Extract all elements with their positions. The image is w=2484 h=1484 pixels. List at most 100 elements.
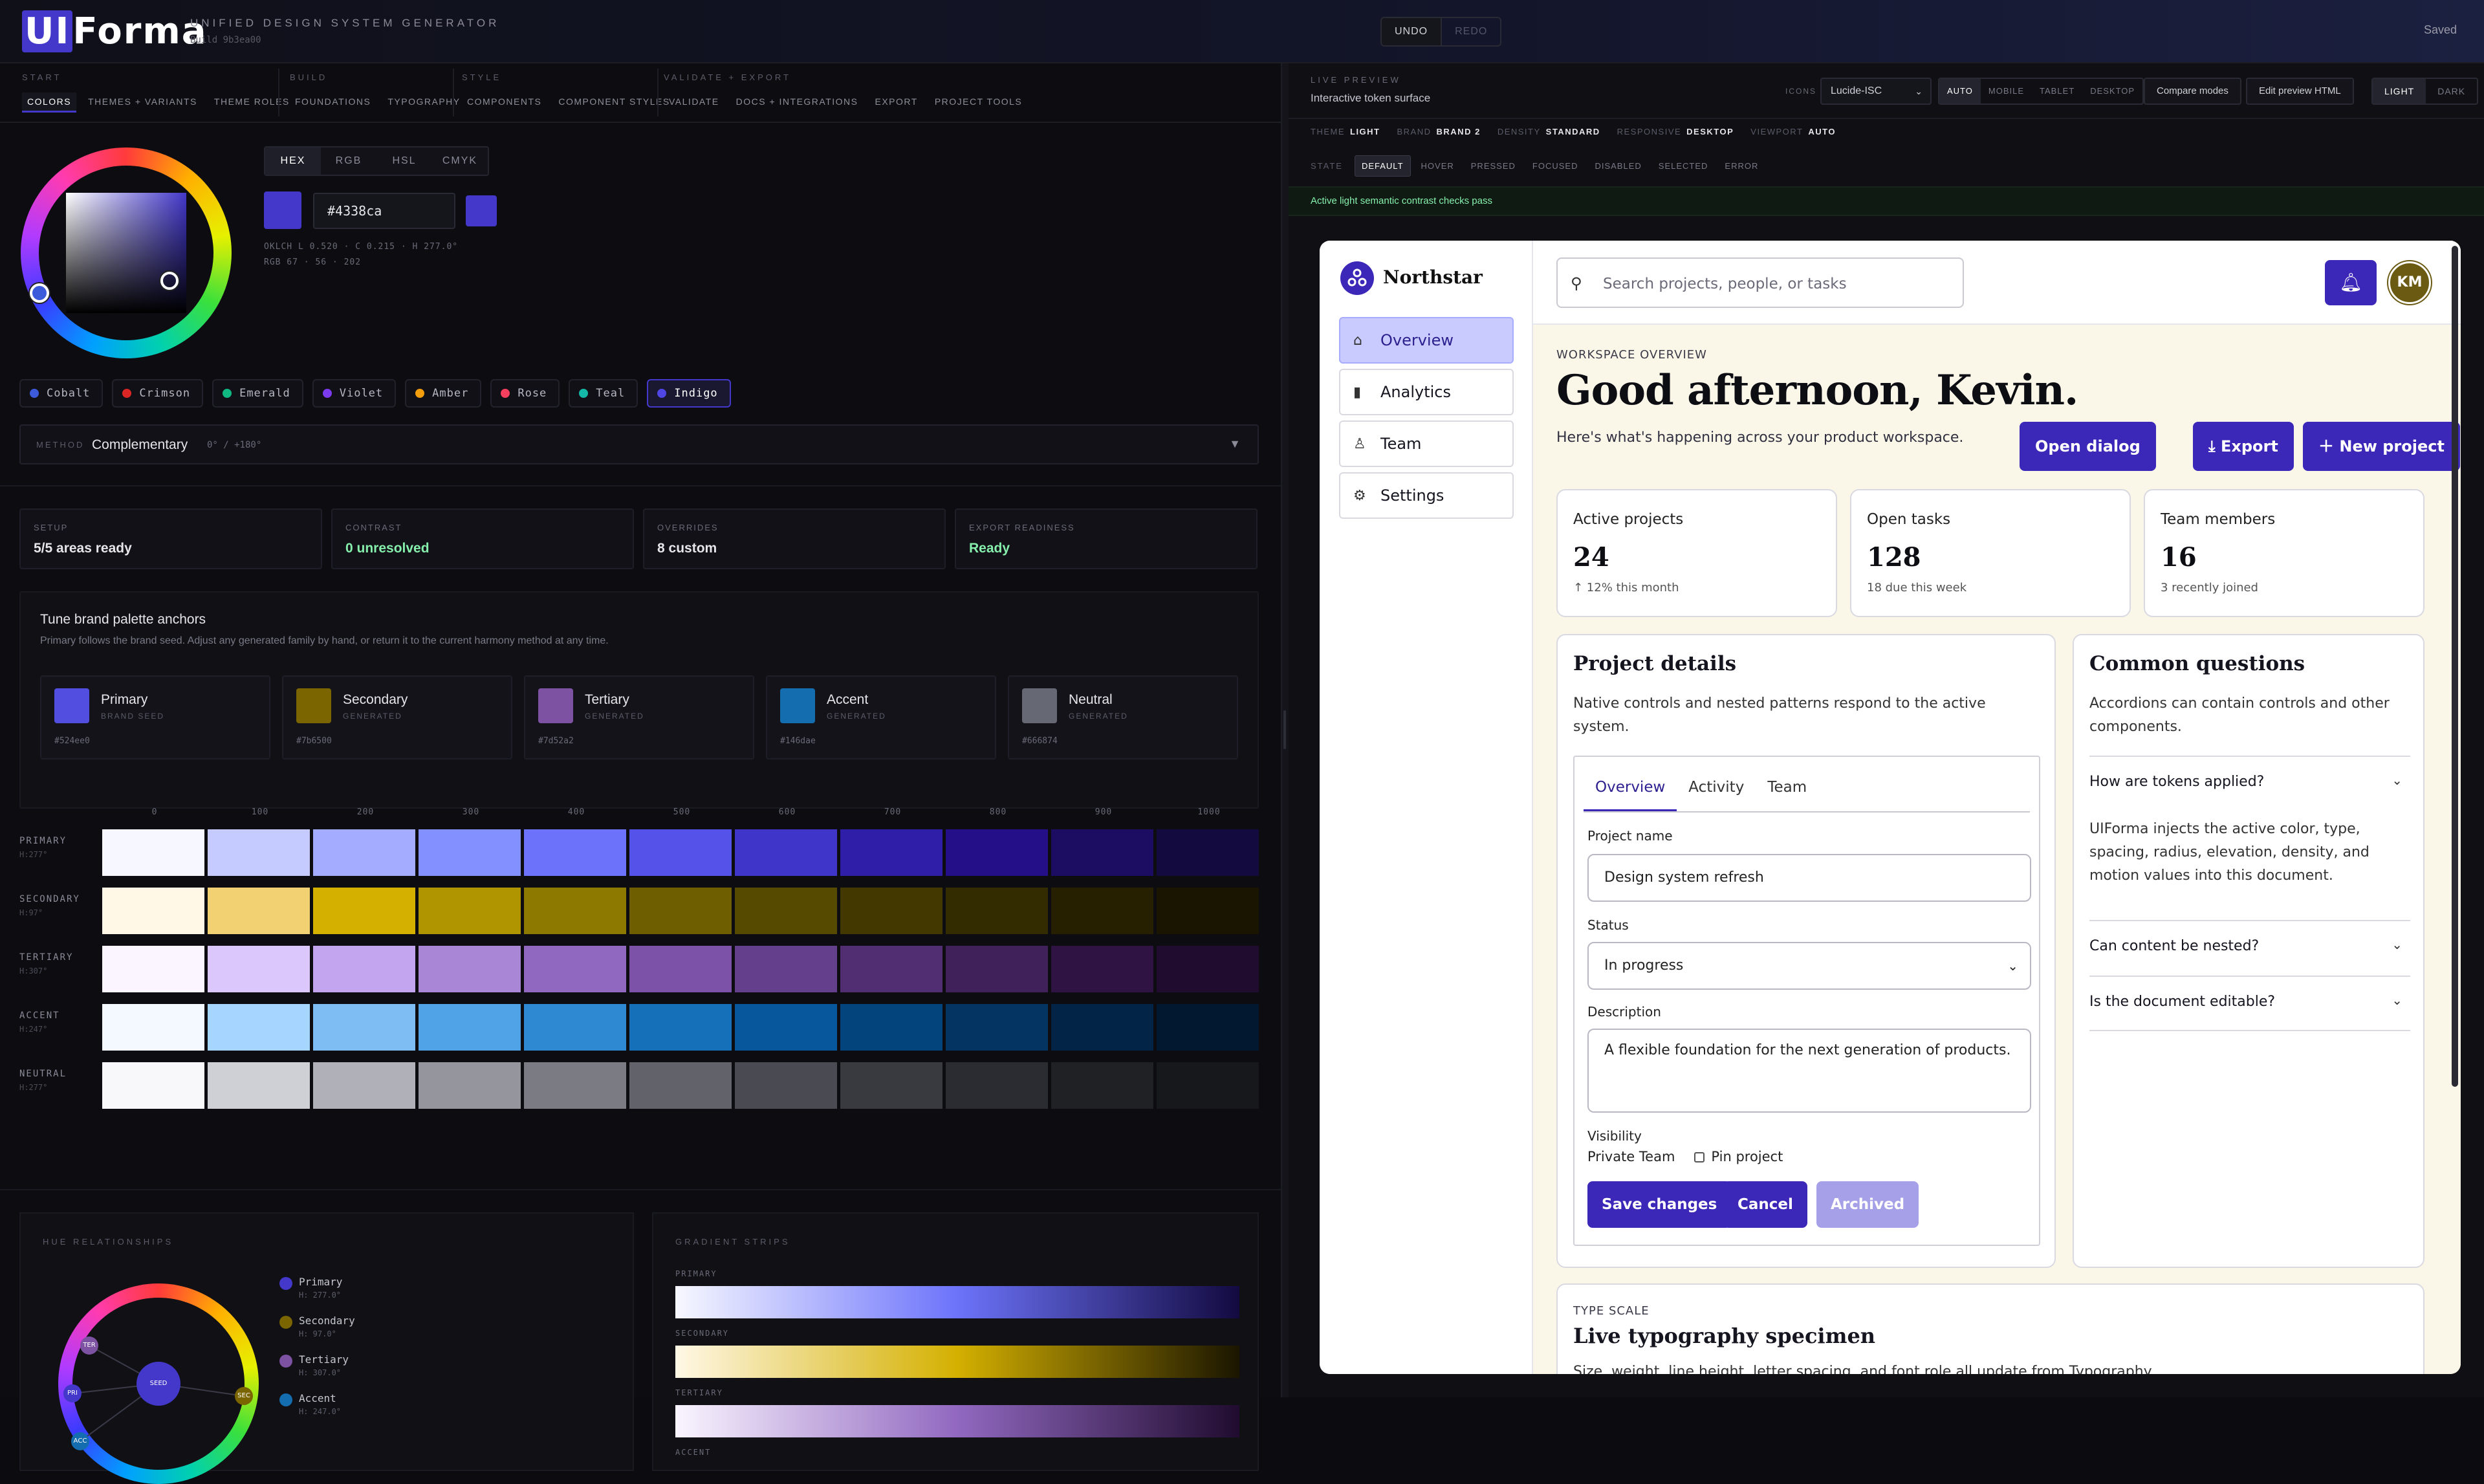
scale-swatch[interactable]: [1157, 1004, 1259, 1051]
preset-chip-indigo[interactable]: Indigo: [647, 379, 731, 408]
accordion-item[interactable]: Is the document editable? ⌄: [2089, 976, 2410, 1031]
anchor-swatch[interactable]: [538, 688, 573, 723]
nav-colors[interactable]: COLORS: [22, 93, 77, 113]
scale-swatch[interactable]: [419, 1062, 521, 1109]
preview-scrollbar[interactable]: [2452, 246, 2458, 1087]
scale-swatch[interactable]: [1051, 1062, 1153, 1109]
nav-docs-integrations[interactable]: DOCS + INTEGRATIONS: [731, 93, 864, 111]
scale-swatch[interactable]: [629, 829, 732, 876]
scale-swatch[interactable]: [102, 1004, 204, 1051]
native-color-picker[interactable]: [466, 195, 497, 226]
scale-swatch[interactable]: [524, 1004, 626, 1051]
panel-resize-handle[interactable]: [1281, 63, 1289, 1397]
nav-foundations[interactable]: FOUNDATIONS: [290, 93, 376, 111]
new-project-button[interactable]: ＋ New project: [2303, 422, 2460, 471]
tab-team[interactable]: Team: [1756, 766, 1818, 811]
state-hover[interactable]: HOVER: [1415, 156, 1461, 176]
preset-chip-crimson[interactable]: Crimson: [112, 379, 204, 408]
preset-chip-amber[interactable]: Amber: [405, 379, 482, 408]
scale-swatch[interactable]: [1051, 888, 1153, 934]
compare-modes-button[interactable]: Compare modes: [2144, 78, 2241, 105]
scale-swatch[interactable]: [1157, 1062, 1259, 1109]
anchor-swatch[interactable]: [54, 688, 89, 723]
scale-swatch[interactable]: [102, 946, 204, 992]
cancel-button[interactable]: Cancel: [1723, 1181, 1807, 1228]
scale-swatch[interactable]: [524, 946, 626, 992]
current-color-swatch[interactable]: [264, 191, 301, 229]
color-wheel[interactable]: [21, 147, 232, 358]
scale-swatch[interactable]: [735, 1004, 837, 1051]
hex-input[interactable]: #4338ca: [313, 193, 455, 229]
scale-swatch[interactable]: [419, 888, 521, 934]
scale-swatch[interactable]: [1051, 946, 1153, 992]
scale-swatch[interactable]: [629, 1062, 732, 1109]
nav-export[interactable]: EXPORT: [870, 93, 923, 111]
mode-dark[interactable]: DARK: [2426, 79, 2477, 104]
scale-swatch[interactable]: [946, 1004, 1048, 1051]
scale-swatch[interactable]: [946, 829, 1048, 876]
tab-overview[interactable]: Overview: [1584, 766, 1677, 811]
format-rgb[interactable]: RGB: [321, 147, 376, 175]
scale-swatch[interactable]: [419, 946, 521, 992]
status-select[interactable]: In progress ⌄: [1587, 942, 2031, 990]
state-disabled[interactable]: DISABLED: [1588, 156, 1648, 176]
scale-swatch[interactable]: [313, 829, 415, 876]
preset-chip-emerald[interactable]: Emerald: [212, 379, 303, 408]
pin-project-checkbox[interactable]: [1694, 1152, 1705, 1162]
nav-theme-roles[interactable]: THEME ROLES: [209, 93, 295, 113]
scale-swatch[interactable]: [313, 888, 415, 934]
sidebar-item-settings[interactable]: ⚙ Settings: [1339, 472, 1514, 519]
scale-swatch[interactable]: [735, 829, 837, 876]
scale-swatch[interactable]: [840, 946, 942, 992]
preset-chip-teal[interactable]: Teal: [569, 379, 638, 408]
accordion-item[interactable]: Can content be nested? ⌄: [2089, 920, 2410, 976]
format-hsl[interactable]: HSL: [376, 147, 432, 175]
edit-preview-html-button[interactable]: Edit preview HTML: [2246, 78, 2354, 105]
scale-swatch[interactable]: [629, 946, 732, 992]
scale-swatch[interactable]: [313, 1062, 415, 1109]
scale-swatch[interactable]: [102, 888, 204, 934]
mode-light[interactable]: LIGHT: [2373, 79, 2426, 104]
state-focused[interactable]: FOCUSED: [1526, 156, 1585, 176]
scale-swatch[interactable]: [946, 946, 1048, 992]
icon-set-select[interactable]: Lucide-ISC ⌄: [1820, 78, 1932, 105]
scale-swatch[interactable]: [1157, 946, 1259, 992]
preset-chip-violet[interactable]: Violet: [312, 379, 397, 408]
scale-swatch[interactable]: [524, 1062, 626, 1109]
scale-swatch[interactable]: [1051, 1004, 1153, 1051]
search-input[interactable]: ⚲ Search projects, people, or tasks: [1556, 257, 1964, 308]
scale-swatch[interactable]: [840, 1062, 942, 1109]
harmony-method-select[interactable]: METHOD Complementary 0° / +180° ▼: [19, 424, 1259, 464]
scale-swatch[interactable]: [840, 1004, 942, 1051]
preset-chip-rose[interactable]: Rose: [490, 379, 560, 408]
open-dialog-button[interactable]: Open dialog: [2020, 422, 2156, 471]
anchor-card-tertiary[interactable]: Tertiary GENERATED #7d52a2: [524, 675, 754, 759]
anchor-card-primary[interactable]: Primary BRAND SEED #524ee0: [40, 675, 270, 759]
viewport-desktop[interactable]: DESKTOP: [2082, 79, 2142, 104]
viewport-tablet[interactable]: TABLET: [2032, 79, 2082, 104]
preset-chip-cobalt[interactable]: Cobalt: [19, 379, 104, 408]
saturation-value-square[interactable]: [66, 193, 186, 313]
redo-button[interactable]: REDO: [1441, 18, 1500, 45]
scale-swatch[interactable]: [102, 829, 204, 876]
scale-swatch[interactable]: [524, 829, 626, 876]
avatar[interactable]: KM: [2388, 261, 2431, 304]
accordion-item[interactable]: How are tokens applied? ⌄: [2089, 756, 2410, 818]
scale-swatch[interactable]: [208, 946, 310, 992]
viewport-auto[interactable]: AUTO: [1939, 79, 1981, 104]
scale-swatch[interactable]: [208, 1004, 310, 1051]
visibility-private[interactable]: Private: [1587, 1149, 1635, 1164]
scale-swatch[interactable]: [208, 1062, 310, 1109]
scale-swatch[interactable]: [946, 1062, 1048, 1109]
anchor-swatch[interactable]: [296, 688, 331, 723]
nav-project-tools[interactable]: PROJECT TOOLS: [930, 93, 1027, 111]
scale-swatch[interactable]: [208, 888, 310, 934]
save-changes-button[interactable]: Save changes: [1587, 1181, 1732, 1228]
scale-swatch[interactable]: [102, 1062, 204, 1109]
scale-swatch[interactable]: [1157, 829, 1259, 876]
sv-handle[interactable]: [160, 272, 179, 290]
scale-swatch[interactable]: [735, 1062, 837, 1109]
format-hex[interactable]: HEX: [265, 147, 321, 175]
anchor-card-accent[interactable]: Accent GENERATED #146dae: [766, 675, 996, 759]
project-name-field[interactable]: Design system refresh: [1587, 854, 2031, 902]
